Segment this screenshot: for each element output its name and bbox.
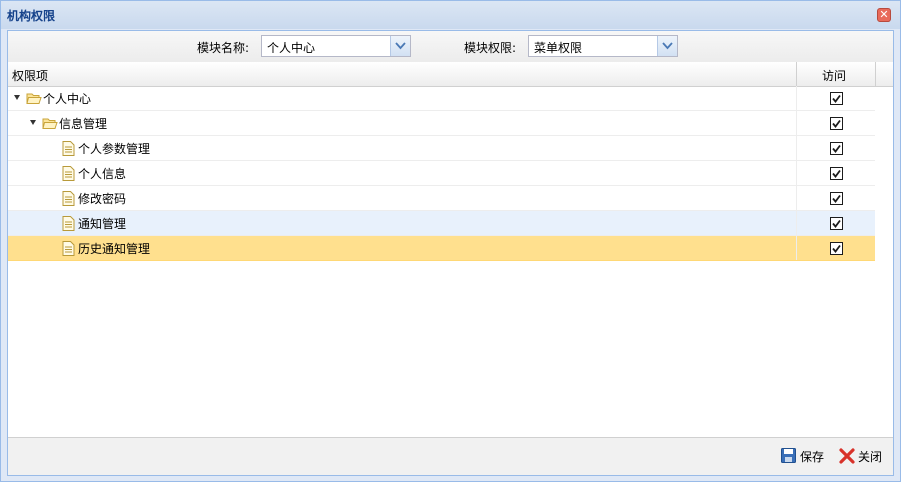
- title-bar[interactable]: 机构权限 ✕: [1, 1, 900, 29]
- chevron-down-icon: [395, 42, 406, 50]
- tree-node-label: 个人中心: [43, 92, 92, 106]
- access-cell: [796, 186, 875, 210]
- tree-cell[interactable]: 个人中心: [8, 86, 796, 110]
- access-cell: [796, 86, 875, 110]
- access-checkbox[interactable]: [830, 167, 843, 180]
- module-name-select[interactable]: 个人中心: [261, 35, 411, 57]
- access-checkbox[interactable]: [830, 192, 843, 205]
- module-perm-select[interactable]: 菜单权限: [528, 35, 678, 57]
- filter-toolbar: 模块名称: 个人中心 模块权限: 菜单权限: [8, 31, 893, 63]
- folder-open-icon: [26, 91, 42, 108]
- table-row[interactable]: 通知管理: [8, 211, 875, 236]
- folder-open-icon: [42, 116, 58, 133]
- grid-header: 权限项 访问: [8, 62, 893, 87]
- tree-cell[interactable]: 历史通知管理: [8, 236, 796, 260]
- document-icon: [62, 166, 75, 184]
- access-checkbox[interactable]: [830, 242, 843, 255]
- column-divider: [875, 62, 876, 86]
- column-header-access[interactable]: 访问: [822, 67, 846, 84]
- close-button-label: 关闭: [858, 450, 883, 464]
- module-name-value: 个人中心: [267, 41, 316, 55]
- table-row[interactable]: 个人中心: [8, 86, 875, 111]
- module-perm-dropdown-trigger[interactable]: [657, 36, 677, 56]
- permission-dialog: 机构权限 ✕ 模块名称: 个人中心 模块权限: 菜单权限 权限项 访问 个人中心…: [0, 0, 901, 482]
- access-checkbox[interactable]: [830, 142, 843, 155]
- module-name-label: 模块名称:: [197, 41, 250, 55]
- table-row[interactable]: 个人参数管理: [8, 136, 875, 161]
- table-row[interactable]: 修改密码: [8, 186, 875, 211]
- tree-cell[interactable]: 修改密码: [8, 186, 796, 210]
- document-icon: [62, 191, 75, 209]
- access-cell: [796, 136, 875, 160]
- save-button-label: 保存: [800, 450, 825, 464]
- expander-triangle-icon[interactable]: [14, 95, 20, 100]
- access-cell: [796, 111, 875, 135]
- expander-triangle-icon[interactable]: [30, 120, 36, 125]
- permission-tree-grid: 个人中心信息管理个人参数管理 个人信息修改密码通知管理历史通知管理: [8, 86, 875, 261]
- document-icon: [62, 241, 75, 259]
- document-icon: [62, 216, 75, 234]
- save-icon: [781, 448, 796, 463]
- table-row[interactable]: 历史通知管理: [8, 236, 875, 261]
- dialog-title: 机构权限: [7, 9, 56, 23]
- tree-node-label: 个人信息: [78, 167, 127, 181]
- module-perm-value: 菜单权限: [534, 41, 583, 55]
- access-checkbox[interactable]: [830, 92, 843, 105]
- access-cell: [796, 211, 875, 235]
- tree-node-label: 修改密码: [78, 192, 127, 206]
- tree-cell[interactable]: 信息管理: [8, 111, 796, 135]
- access-cell: [796, 161, 875, 185]
- tree-cell[interactable]: 个人参数管理: [8, 136, 796, 160]
- close-icon[interactable]: ✕: [877, 8, 891, 22]
- access-checkbox[interactable]: [830, 117, 843, 130]
- chevron-down-icon: [662, 42, 673, 50]
- save-button[interactable]: 保存: [781, 447, 831, 465]
- module-perm-label: 模块权限:: [464, 41, 517, 55]
- column-divider: [796, 62, 797, 86]
- tree-node-label: 历史通知管理: [78, 242, 151, 256]
- tree-cell[interactable]: 通知管理: [8, 211, 796, 235]
- close-x-icon: [839, 448, 855, 464]
- tree-node-label: 通知管理: [78, 217, 127, 231]
- tree-node-label: 信息管理: [59, 117, 108, 131]
- dialog-body: 模块名称: 个人中心 模块权限: 菜单权限 权限项 访问 个人中心信息管理个人参…: [7, 30, 894, 476]
- tree-node-label: 个人参数管理: [78, 142, 151, 156]
- access-cell: [796, 236, 875, 260]
- column-header-item[interactable]: 权限项: [12, 67, 48, 84]
- table-row[interactable]: 个人信息: [8, 161, 875, 186]
- tree-cell[interactable]: 个人信息: [8, 161, 796, 185]
- module-name-dropdown-trigger[interactable]: [390, 36, 410, 56]
- access-checkbox[interactable]: [830, 217, 843, 230]
- dialog-footer: 保存 关闭: [8, 437, 893, 475]
- close-button[interactable]: 关闭: [839, 447, 889, 465]
- document-icon: [62, 141, 75, 159]
- table-row[interactable]: 信息管理: [8, 111, 875, 136]
